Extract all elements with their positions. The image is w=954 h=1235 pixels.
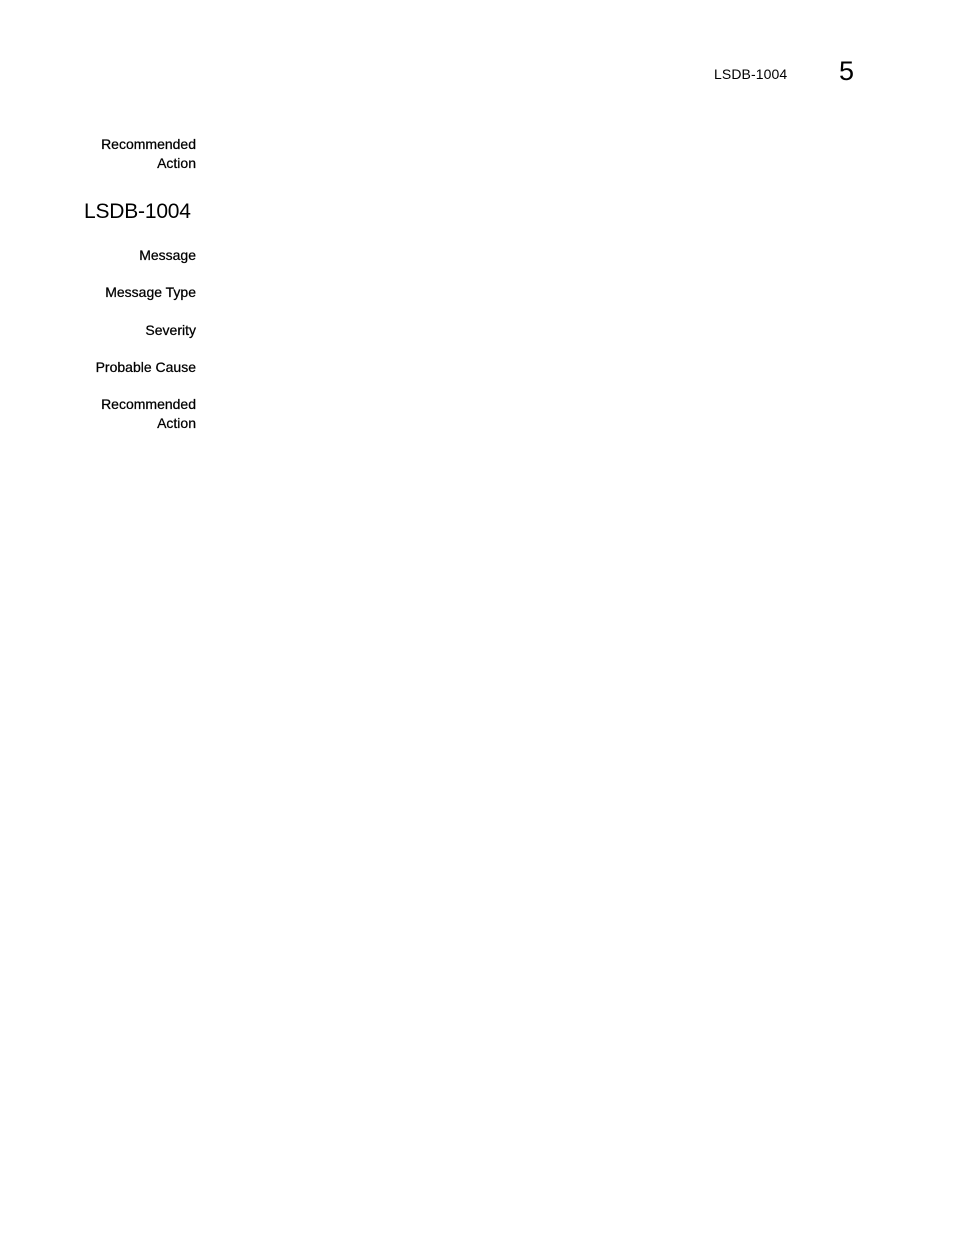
severity-label: Severity [145, 322, 196, 338]
probable-cause-label: Probable Cause [95, 359, 196, 375]
running-header: LSDB-1004 5 [0, 0, 954, 100]
previous-recommended-action-label: Recommended Action [36, 135, 196, 173]
chapter-number: 5 [839, 56, 855, 86]
message-label: Message [139, 247, 196, 263]
entry-heading: LSDB-1004 [84, 200, 191, 223]
label-line: Action [157, 415, 196, 431]
label-line: Recommended [101, 136, 196, 152]
recommended-action-label: Recommended Action [36, 395, 196, 433]
label-line: Recommended [101, 396, 196, 412]
running-header-title: LSDB-1004 [714, 66, 788, 82]
label-line: Action [157, 155, 196, 171]
message-type-label: Message Type [105, 284, 196, 300]
